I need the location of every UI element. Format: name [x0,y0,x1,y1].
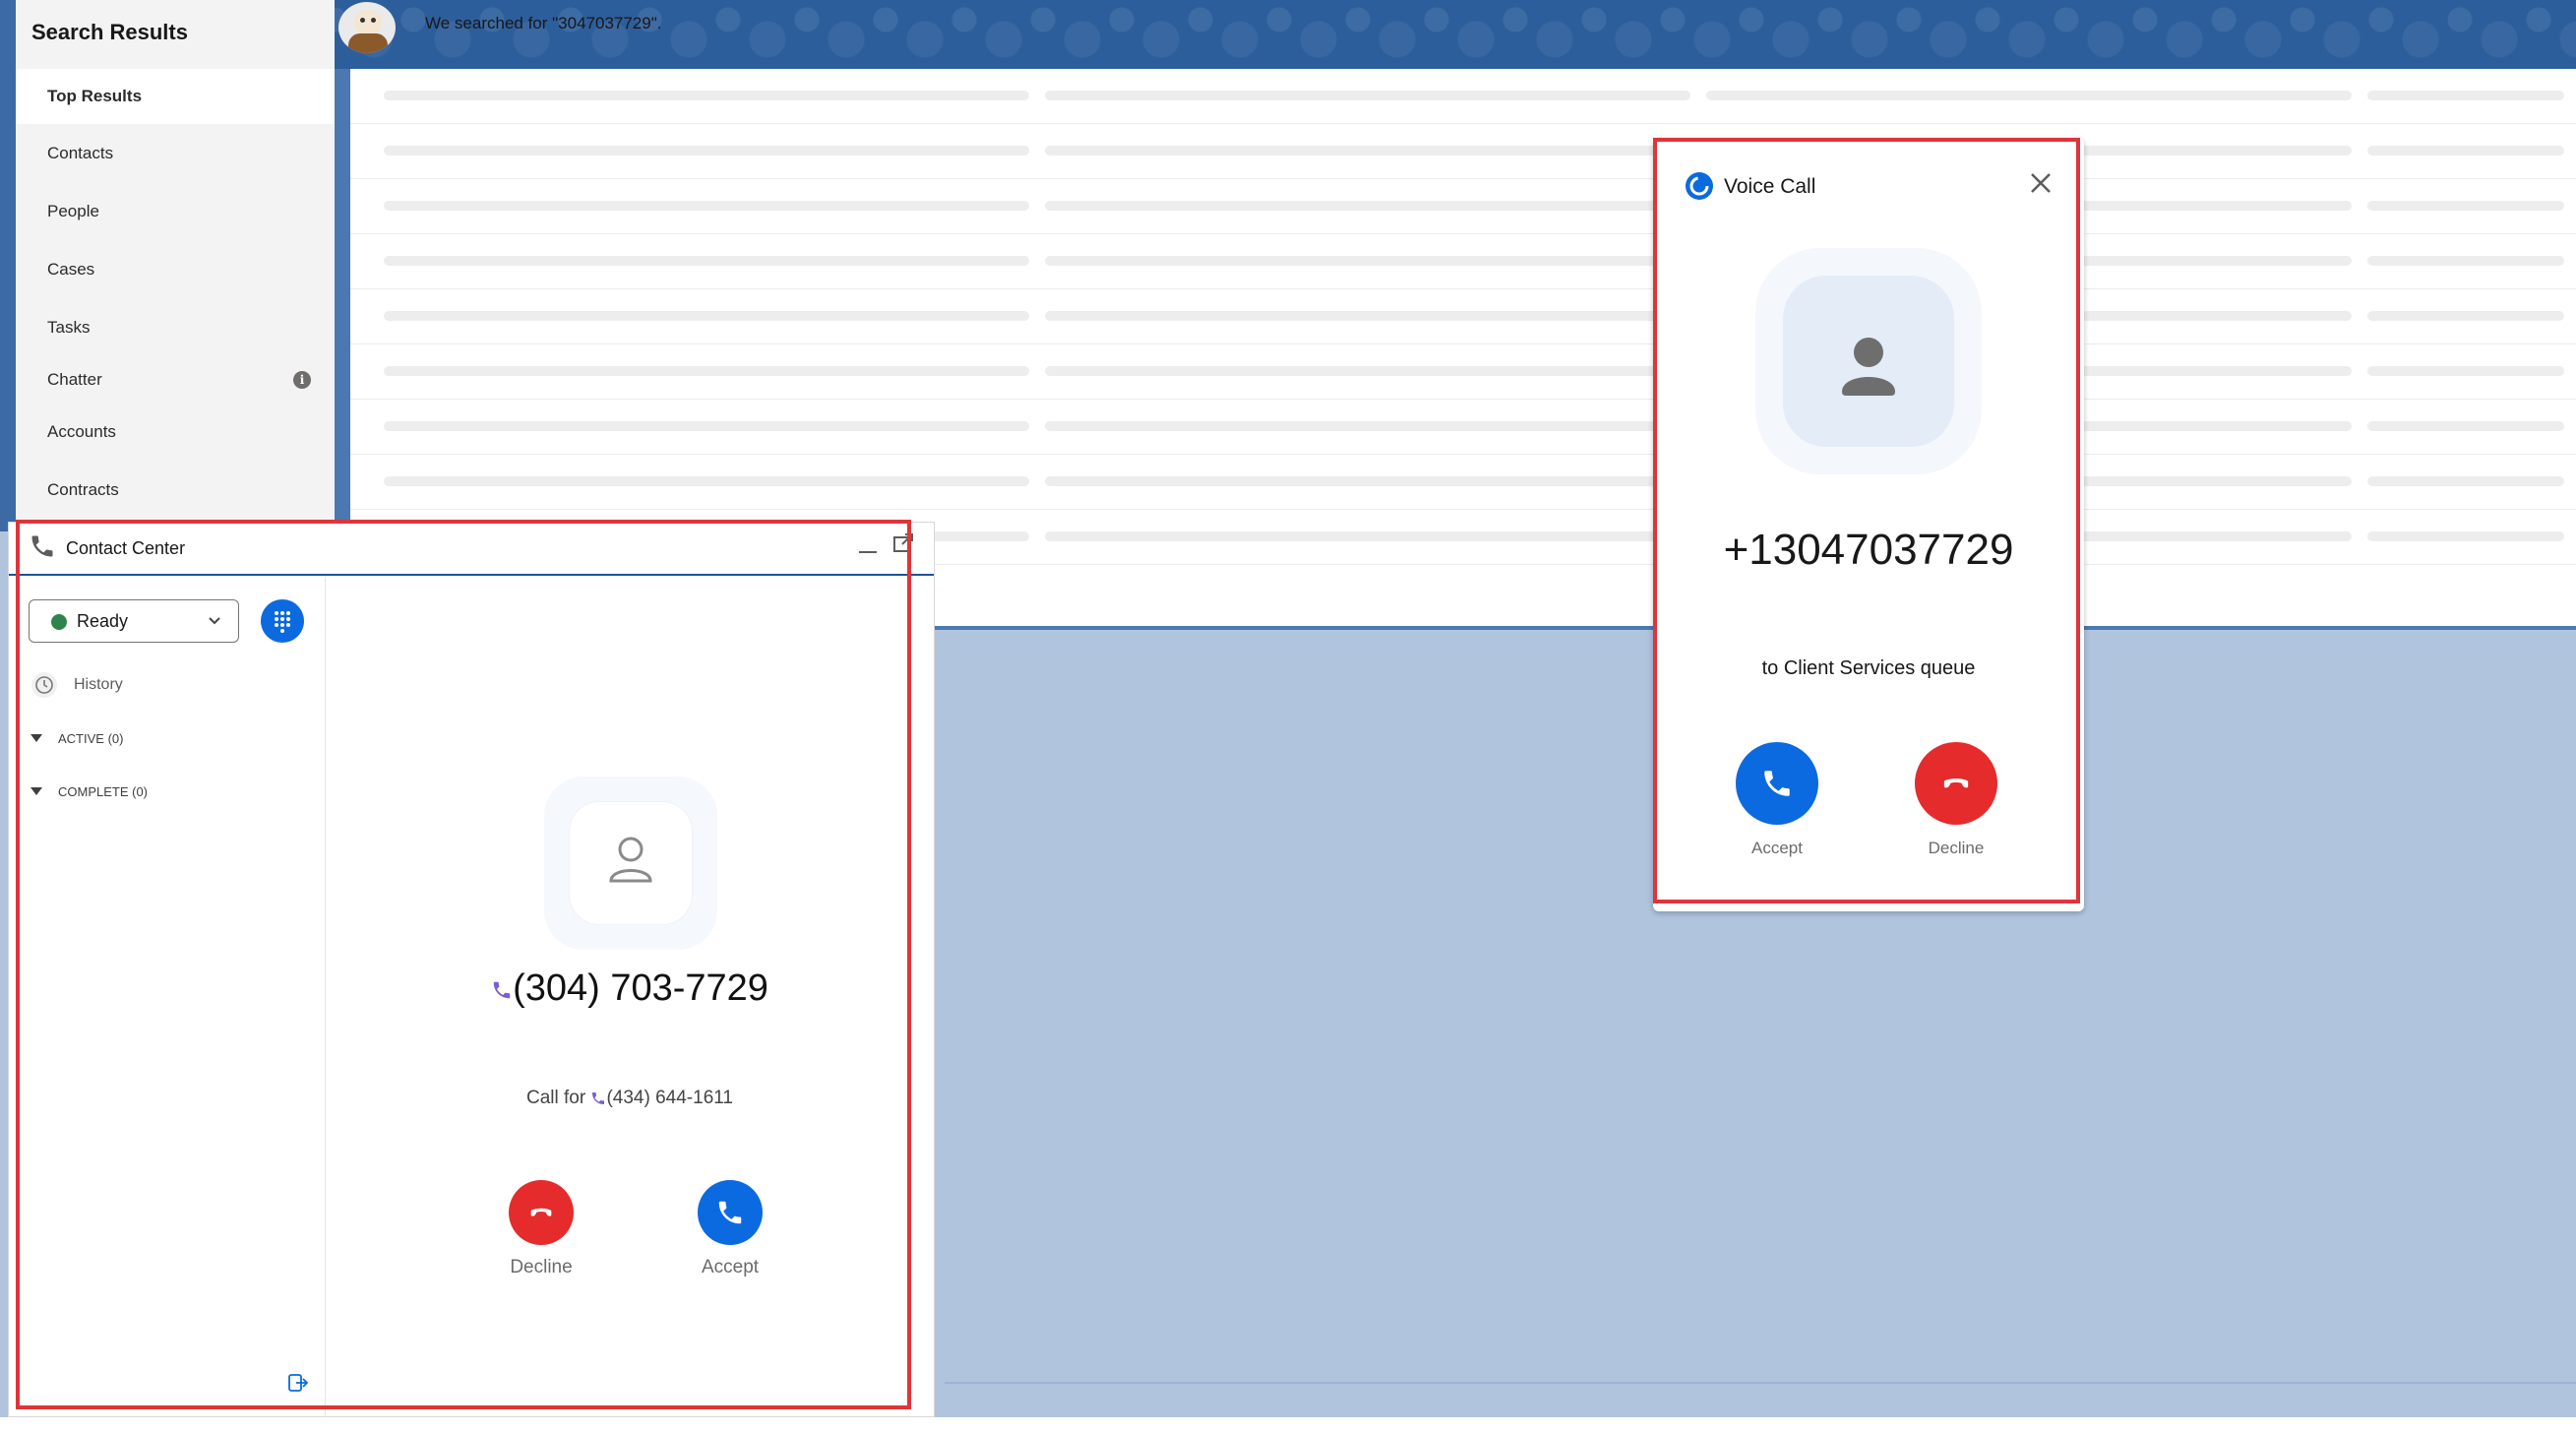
logout-icon[interactable] [286,1371,310,1395]
caller-avatar [1755,248,1982,474]
table-row [350,344,2576,400]
contact-center-panel: Contact Center Ready History ACTIVE (0) … [8,522,935,1417]
sidebar-item-label: Accounts [47,422,116,441]
accept-button[interactable] [698,1180,763,1245]
popout-icon[interactable] [890,530,916,556]
minimize-icon[interactable] [855,532,881,558]
sidebar-item-cases[interactable]: Cases [16,242,335,297]
hang-up-icon [530,1208,552,1216]
caller-avatar [544,777,717,950]
voice-call-popup: Voice Call +13047037729 to Client Servic… [1653,138,2084,911]
chevron-down-icon [31,787,42,795]
sidebar-item-label: Contracts [47,480,119,499]
astro-mascot-icon [338,2,396,53]
contact-center-header: Contact Center [9,523,934,576]
chevron-down-icon [209,617,220,625]
search-message: We searched for "3047037729". [425,14,662,32]
call-for-text: Call for (434) 644-1611 [326,1088,934,1109]
sidebar-item-people[interactable]: People [16,184,335,239]
close-icon[interactable] [2025,167,2056,199]
caller-number: (304) 703-7729 [326,967,934,1010]
user-icon [609,837,652,883]
sidebar-item-contacts[interactable]: Contacts [16,126,335,181]
table-row [350,289,2576,344]
history-label: History [74,676,123,693]
group-label: COMPLETE (0) [58,783,149,799]
accept-button[interactable] [1736,742,1818,825]
sidebar-item-label: Contacts [47,144,114,162]
table-row [350,179,2576,234]
group-label: ACTIVE (0) [58,730,124,746]
accept-label: Accept [1751,839,1803,857]
incoming-call-view: (304) 703-7729 Call for (434) 644-1611 D… [326,578,934,1416]
accept-label: Accept [701,1257,760,1277]
table-row [350,234,2576,289]
phone-icon [31,535,53,557]
hang-up-icon [1943,779,1969,788]
contact-center-title: Contact Center [66,538,186,558]
decline-button[interactable] [1915,742,1997,825]
table-row [350,69,2576,124]
contact-center-sidebar: Ready History ACTIVE (0) COMPLETE (0) [9,578,326,1416]
dialpad-icon [275,611,290,633]
page-title: Search Results [31,20,188,44]
status-dot-icon [51,614,67,630]
divider [945,1382,2576,1384]
phone-call-icon [493,981,511,999]
sidebar-item-accounts[interactable]: Accounts [16,405,335,460]
decline-button[interactable] [509,1180,574,1245]
group-complete[interactable]: COMPLETE (0) [31,780,148,802]
clock-icon [31,672,57,698]
table-row [350,124,2576,179]
dialpad-button[interactable] [261,599,304,643]
info-icon[interactable]: i [293,371,311,389]
chevron-down-icon [31,734,42,742]
status-select[interactable]: Ready [29,599,239,643]
user-icon [1842,338,1895,396]
group-active[interactable]: ACTIVE (0) [31,727,123,749]
queue-text: to Client Services queue [1761,657,1976,679]
status-value: Ready [77,610,129,631]
call-for-number: (434) 644-1611 [606,1088,733,1108]
decline-label: Decline [510,1257,573,1277]
sidebar-item-tasks[interactable]: Tasks [16,300,335,355]
sidebar-item-label: Tasks [47,318,91,337]
phone-call-icon [592,1091,605,1104]
sidebar-item-label: Cases [47,260,95,279]
left-rail [0,0,16,531]
phone-icon [718,1201,742,1224]
sidebar-item-chatter[interactable]: Chatter i [16,352,335,407]
decline-label: Decline [1928,839,1985,857]
sidebar-item-label: Top Results [47,87,143,105]
voice-call-logo-icon [1686,172,1713,200]
call-for-prefix: Call for [526,1088,586,1108]
voice-call-number: +13047037729 [1723,526,2014,574]
phone-icon [1764,771,1790,796]
sidebar-item-top-results[interactable]: Top Results [16,69,335,124]
history-link[interactable]: History [31,670,123,700]
voice-call-title: Voice Call [1724,175,1816,198]
sidebar-item-label: People [47,202,99,220]
footer-strip [0,1417,2576,1433]
caller-number-text: (304) 703-7729 [513,967,768,1009]
table-row [350,455,2576,510]
sidebar-item-label: Chatter [47,370,102,389]
table-row [350,400,2576,455]
sidebar-item-contracts[interactable]: Contracts [16,463,335,518]
